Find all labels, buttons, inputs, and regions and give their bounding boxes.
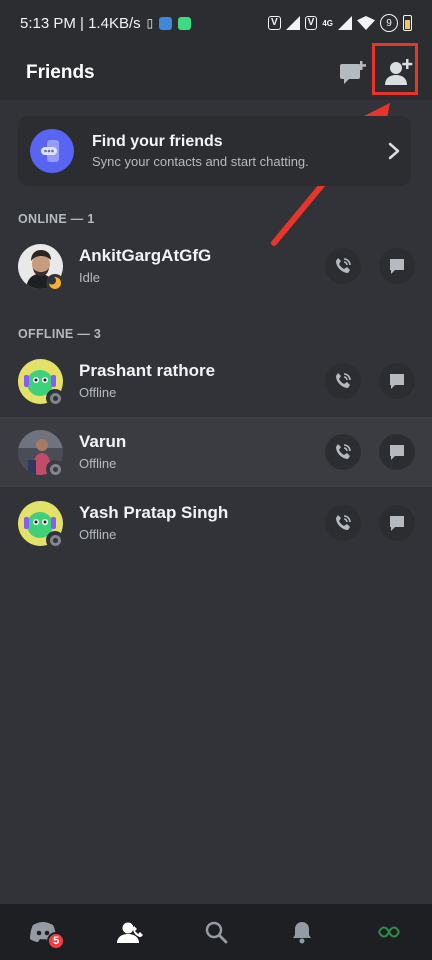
chat-bubble-icon [390,259,404,274]
add-friend-button[interactable] [378,52,420,94]
message-button[interactable] [379,363,415,399]
nav-friends[interactable] [100,904,160,960]
friend-status: Offline [79,527,117,542]
bottom-nav: 5 [0,904,432,960]
friend-name: Prashant rathore [79,361,216,380]
signal2-icon [338,16,352,30]
friend-status: Offline [79,385,117,400]
chat-bubble-icon [390,374,404,389]
battery-icon [403,15,412,31]
voice-call-button[interactable] [325,363,361,399]
phone-call-icon [336,373,351,388]
offline-status-icon [46,389,64,407]
voice-call-button[interactable] [325,434,361,470]
contacts-sync-icon [30,129,74,173]
battery-percent: 9 [380,14,398,32]
sim1-volte-icon: V [267,16,281,30]
phone-call-icon [336,444,351,459]
friends-icon [116,922,143,943]
chat-bubble-icon [390,445,404,460]
friend-row[interactable]: Varun Offline [0,417,432,487]
friend-status: Offline [79,456,117,471]
new-message-icon [340,61,366,84]
offline-status-icon [46,460,64,478]
friend-name: AnkitGargAtGfG [79,246,212,265]
message-button[interactable] [379,505,415,541]
friend-name: Yash Pratap Singh [79,503,229,522]
message-button[interactable] [379,434,415,470]
status-time: 5:13 PM | 1.4KB/s [20,14,141,32]
chat-bubble-icon [390,516,404,531]
voice-call-button[interactable] [325,505,361,541]
voice-call-button[interactable] [325,248,361,284]
wifi-icon [357,16,375,30]
find-friends-subtitle: Sync your contacts and start chatting. [92,154,309,169]
sim2-volte-icon: V [304,16,318,30]
nav-profile[interactable] [359,904,419,960]
offline-section-label: OFFLINE — 3 [18,327,102,341]
offline-status-icon [46,531,64,549]
signal1-icon [285,16,300,30]
phone-call-icon [336,515,351,530]
notifications-icon [293,922,312,944]
find-friends-title: Find your friends [92,133,223,150]
app-notification-icon [159,16,173,30]
find-friends-card[interactable]: Find your friends Sync your contacts and… [18,116,411,186]
friend-row[interactable]: Prashant rathore Offline [0,346,432,416]
nav-notifications[interactable] [272,904,332,960]
friend-name: Varun [79,432,127,451]
network-type: 4G [322,18,333,28]
message-button[interactable] [379,248,415,284]
phone-call-icon [336,258,351,273]
new-message-button[interactable] [332,52,374,94]
status-bar: 5:13 PM | 1.4KB/s ▯ V V 4G 9 [0,0,432,46]
search-icon [205,921,228,944]
add-friend-icon [385,59,413,85]
friend-status: Idle [79,270,100,285]
friend-row[interactable]: AnkitGargAtGfG Idle [0,231,432,301]
nav-home[interactable]: 5 [13,904,73,960]
nav-search[interactable] [186,904,246,960]
android-notification-icon [178,16,192,30]
vpn-icon: ▯ [146,16,154,30]
friends-header: Friends [0,46,432,100]
idle-status-icon [46,274,64,292]
profile-icon [375,922,402,942]
friend-row[interactable]: Yash Pratap Singh Offline [0,488,432,558]
chevron-right-icon [388,142,400,160]
page-title: Friends [26,62,95,83]
online-section-label: ONLINE — 1 [18,212,95,226]
notification-badge: 5 [47,932,66,950]
